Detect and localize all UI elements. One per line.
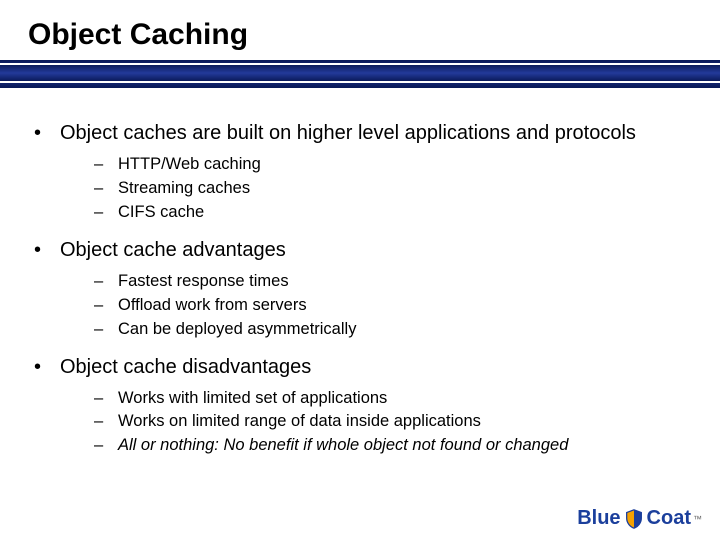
dash-icon: – xyxy=(94,410,106,434)
bullet-text: Object cache advantages xyxy=(60,239,286,262)
sub-list: – Works with limited set of applications… xyxy=(94,387,686,459)
slide: Object Caching • Object caches are built… xyxy=(0,0,720,540)
sub-text: Offload work from servers xyxy=(118,294,686,318)
sub-item: – Works on limited range of data inside … xyxy=(94,410,686,434)
sub-item: – Offload work from servers xyxy=(94,294,686,318)
divider-band-inner xyxy=(0,63,720,83)
sub-item: – All or nothing: No benefit if whole ob… xyxy=(94,434,686,458)
shield-icon xyxy=(623,508,645,530)
divider-band-bar xyxy=(0,60,720,88)
sub-text: HTTP/Web caching xyxy=(118,153,686,177)
bullet-text: Object caches are built on higher level … xyxy=(60,122,636,145)
brand-logo: Blue Coat ™ xyxy=(577,507,702,530)
bullet-item: • Object caches are built on higher leve… xyxy=(34,122,686,145)
dash-icon: – xyxy=(94,201,106,225)
dash-icon: – xyxy=(94,387,106,411)
dash-icon: – xyxy=(94,434,106,458)
logo-text-blue: Blue xyxy=(577,507,620,530)
dash-icon: – xyxy=(94,153,106,177)
content: • Object caches are built on higher leve… xyxy=(0,88,720,458)
dash-icon: – xyxy=(94,270,106,294)
dash-icon: – xyxy=(94,318,106,342)
dash-icon: – xyxy=(94,177,106,201)
sub-text: Streaming caches xyxy=(118,177,686,201)
divider-band xyxy=(0,60,720,88)
logo-trademark: ™ xyxy=(693,514,702,524)
sub-item: – HTTP/Web caching xyxy=(94,153,686,177)
bullet-item: • Object cache advantages xyxy=(34,239,686,262)
logo-text-coat: Coat xyxy=(647,507,691,530)
bullet-dot-icon: • xyxy=(34,356,46,379)
slide-title: Object Caching xyxy=(0,0,720,60)
bullet-dot-icon: • xyxy=(34,239,46,262)
sub-item: – Works with limited set of applications xyxy=(94,387,686,411)
sub-text: All or nothing: No benefit if whole obje… xyxy=(118,434,686,458)
sub-item: – CIFS cache xyxy=(94,201,686,225)
sub-text: CIFS cache xyxy=(118,201,686,225)
sub-text: Fastest response times xyxy=(118,270,686,294)
sub-list: – Fastest response times – Offload work … xyxy=(94,270,686,342)
bullet-text: Object cache disadvantages xyxy=(60,356,311,379)
sub-item: – Can be deployed asymmetrically xyxy=(94,318,686,342)
dash-icon: – xyxy=(94,294,106,318)
bullet-item: • Object cache disadvantages xyxy=(34,356,686,379)
bullet-dot-icon: • xyxy=(34,122,46,145)
sub-item: – Streaming caches xyxy=(94,177,686,201)
sub-text: Works on limited range of data inside ap… xyxy=(118,410,686,434)
sub-text: Can be deployed asymmetrically xyxy=(118,318,686,342)
sub-text: Works with limited set of applications xyxy=(118,387,686,411)
sub-item: – Fastest response times xyxy=(94,270,686,294)
sub-list: – HTTP/Web caching – Streaming caches – … xyxy=(94,153,686,225)
